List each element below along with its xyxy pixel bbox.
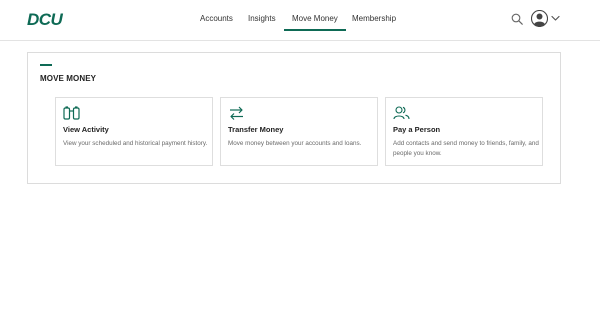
people-icon xyxy=(393,106,410,120)
transfer-money-card[interactable]: Transfer Money Move money between your a… xyxy=(220,97,378,166)
card-description-view-activity: View your scheduled and historical payme… xyxy=(63,140,208,147)
nav-accounts[interactable]: Accounts xyxy=(200,13,233,27)
section-accent-bar xyxy=(40,64,52,66)
chevron-down-icon[interactable] xyxy=(551,15,560,22)
view-activity-card[interactable]: View Activity View your scheduled and hi… xyxy=(55,97,213,166)
card-description-pay-a-person: Add contacts and send money to friends, … xyxy=(393,140,539,157)
section-title: MOVE MONEY xyxy=(40,74,97,83)
nav-insights[interactable]: Insights xyxy=(248,13,276,27)
card-title-transfer-money: Transfer Money xyxy=(228,125,284,134)
card-description-transfer-money: Move money between your accounts and loa… xyxy=(228,140,362,147)
main-nav: Accounts Insights Move Money Membership xyxy=(0,0,600,40)
nav-membership[interactable]: Membership xyxy=(352,13,396,27)
search-icon[interactable] xyxy=(511,13,523,25)
avatar-icon[interactable] xyxy=(531,10,548,27)
top-navigation-bar: DCU Accounts Insights Move Money Members… xyxy=(0,0,600,41)
transfer-arrows-icon xyxy=(230,106,243,120)
nav-move-money[interactable]: Move Money xyxy=(284,13,346,31)
binoculars-icon xyxy=(63,106,80,120)
card-title-pay-a-person: Pay a Person xyxy=(393,125,441,134)
move-money-section: MOVE MONEY View Activity View your sched… xyxy=(27,52,561,184)
pay-a-person-card[interactable]: Pay a Person Add contacts and send money… xyxy=(385,97,543,166)
card-title-view-activity: View Activity xyxy=(63,125,109,134)
